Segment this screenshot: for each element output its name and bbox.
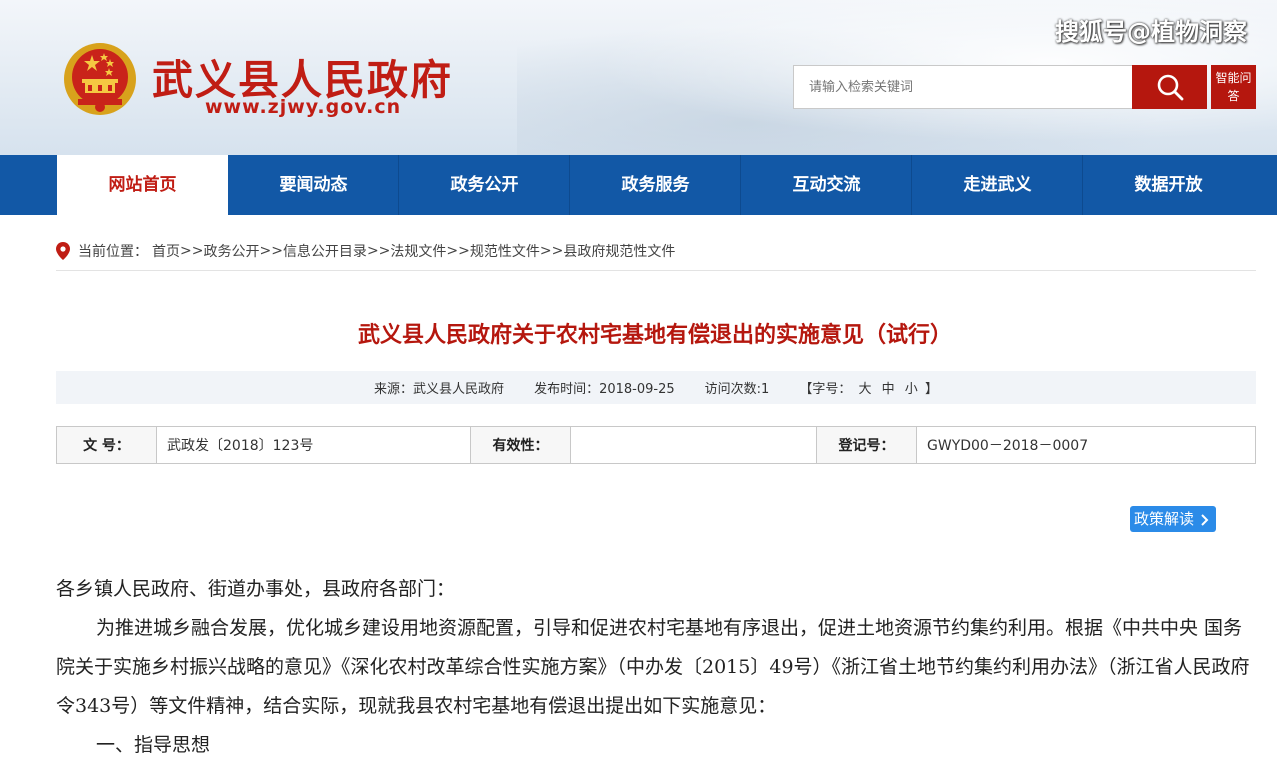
- breadcrumb-item-catalog[interactable]: 信息公开目录: [283, 241, 367, 261]
- article-meta: 来源：武义县人民政府 发布时间：2018-09-25 访问次数:1 【字号： 大…: [56, 371, 1256, 404]
- search-icon: [1157, 74, 1183, 101]
- main-nav: 网站首页 要闻动态 政务公开 政务服务 互动交流 走进武义 数据开放: [0, 155, 1277, 215]
- policy-interpretation-button[interactable]: 政策解读: [1130, 506, 1216, 532]
- nav-item-news[interactable]: 要闻动态: [228, 155, 399, 215]
- doc-no-value: 武政发〔2018〕123号: [156, 426, 471, 464]
- divider: [56, 270, 1256, 271]
- policy-interpretation-label: 政策解读: [1134, 510, 1195, 528]
- font-size-switcher: 【字号： 大 中 小 】: [799, 382, 938, 397]
- breadcrumb-prefix: 当前位置：: [78, 244, 148, 260]
- breadcrumb-item-home[interactable]: 首页: [152, 241, 180, 261]
- breadcrumb-separator: >>: [446, 243, 470, 259]
- breadcrumb-separator: >>: [259, 243, 283, 259]
- site-url: www.zjwy.gov.cn: [205, 96, 402, 118]
- validity-value: [570, 426, 817, 464]
- section-heading: 一、指导思想: [96, 734, 211, 756]
- search-button[interactable]: [1132, 65, 1207, 109]
- nav-item-about[interactable]: 走进武义: [912, 155, 1083, 215]
- reg-no-label: 登记号：: [816, 426, 917, 464]
- chevron-right-icon: [1201, 513, 1209, 526]
- meta-source: 来源：武义县人民政府: [374, 382, 505, 397]
- breadcrumb-separator: >>: [539, 243, 564, 259]
- nav-item-interaction[interactable]: 互动交流: [741, 155, 912, 215]
- salutation: 各乡镇人民政府、街道办事处，县政府各部门：: [56, 578, 456, 600]
- article-title: 武义县人民政府关于农村宅基地有偿退出的实施意见（试行）: [357, 323, 952, 348]
- breadcrumb-item-county-normative[interactable]: 县政府规范性文件: [563, 241, 675, 261]
- breadcrumb-item-normative[interactable]: 规范性文件: [470, 241, 540, 261]
- meta-date: 发布时间：2018-09-25: [534, 382, 675, 397]
- breadcrumb-item-gov-affairs[interactable]: 政务公开: [203, 241, 259, 261]
- document-info-table: 文 号： 武政发〔2018〕123号 有效性： 登记号： GWYD00－2018…: [56, 426, 1256, 464]
- breadcrumb-item-regulations[interactable]: 法规文件: [390, 241, 446, 261]
- nav-item-gov-affairs[interactable]: 政务公开: [399, 155, 570, 215]
- breadcrumb-separator: >>: [366, 243, 391, 259]
- watermark: 搜狐号@植物洞察: [1055, 18, 1247, 46]
- breadcrumb: 当前位置： 首页 >> 政务公开 >> 信息公开目录 >> 法规文件 >> 规范…: [56, 240, 675, 262]
- national-emblem-icon: [64, 43, 136, 115]
- location-pin-icon: [56, 242, 70, 260]
- validity-label: 有效性：: [470, 426, 571, 464]
- search-box[interactable]: [793, 65, 1133, 109]
- nav-item-home[interactable]: 网站首页: [57, 155, 228, 215]
- ai-qa-button[interactable]: 智能问答: [1211, 65, 1256, 109]
- reg-no-value: GWYD00－2018－0007: [916, 426, 1256, 464]
- doc-no-label: 文 号：: [56, 426, 157, 464]
- nav-item-services[interactable]: 政务服务: [570, 155, 741, 215]
- site-header: 武义县人民政府 www.zjwy.gov.cn 搜狐号@植物洞察 智能问答: [0, 0, 1277, 155]
- font-size-small[interactable]: 小: [905, 382, 918, 397]
- meta-visits: 访问次数:1: [704, 382, 770, 397]
- body-paragraph: 为推进城乡融合发展，优化城乡建设用地资源配置，引导和促进农村宅基地有序退出，促进…: [56, 617, 1250, 717]
- font-size-medium[interactable]: 中: [882, 382, 895, 397]
- nav-item-open-data[interactable]: 数据开放: [1083, 155, 1254, 215]
- search-input[interactable]: [794, 66, 1132, 108]
- font-size-large[interactable]: 大: [858, 382, 871, 397]
- breadcrumb-separator: >>: [180, 243, 204, 259]
- article-body: 各乡镇人民政府、街道办事处，县政府各部门： 为推进城乡融合发展，优化城乡建设用地…: [56, 570, 1256, 765]
